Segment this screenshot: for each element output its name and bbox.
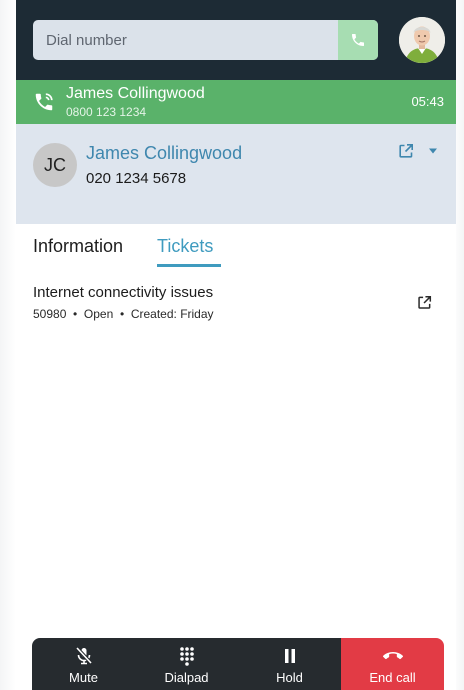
tab-information[interactable]: Information: [33, 236, 123, 257]
softphone-panel: James Collingwood 0800 123 1234 05:43 JC…: [16, 0, 456, 690]
phone-in-talk-icon: [35, 93, 53, 111]
contact-phone-number: 020 1234 5678: [86, 170, 187, 187]
open-external-icon[interactable]: [398, 143, 414, 159]
ticket-item[interactable]: Internet connectivity issues 50980 • Ope…: [16, 276, 456, 332]
dialpad-icon: [179, 647, 194, 666]
contact-card: JC James Collingwood 020 1234 5678: [16, 124, 456, 224]
ticket-status: Open: [83, 307, 114, 321]
mute-button[interactable]: Mute: [32, 638, 135, 690]
dial-number-input[interactable]: [33, 20, 338, 60]
chevron-down-icon[interactable]: [427, 144, 439, 158]
dialpad-button[interactable]: Dialpad: [135, 638, 238, 690]
header: [16, 0, 456, 80]
contact-avatar: JC: [33, 143, 77, 187]
active-call-name: James Collingwood: [66, 85, 205, 102]
dialpad-label: Dialpad: [164, 670, 209, 685]
meta-separator: •: [119, 307, 125, 321]
ticket-meta: 50980 • Open • Created: Friday: [33, 307, 214, 321]
meta-separator: •: [73, 307, 78, 321]
active-call-number: 0800 123 1234: [66, 105, 147, 119]
active-call-bar[interactable]: James Collingwood 0800 123 1234 05:43: [16, 80, 456, 124]
hang-up-icon: [382, 652, 403, 660]
call-duration: 05:43: [411, 94, 444, 109]
tab-tickets[interactable]: Tickets: [157, 236, 213, 257]
tab-bar: Information Tickets: [16, 224, 456, 270]
contact-name-link[interactable]: James Collingwood: [86, 143, 242, 164]
dial-call-button[interactable]: [338, 20, 378, 60]
user-avatar[interactable]: [399, 17, 445, 63]
open-external-icon[interactable]: [417, 295, 432, 310]
end-call-label: End call: [369, 670, 416, 685]
end-call-button[interactable]: End call: [341, 638, 444, 690]
ticket-created: Created: Friday: [130, 307, 214, 321]
active-tab-indicator: [157, 264, 221, 267]
ticket-id: 50980: [33, 307, 67, 321]
pause-icon: [284, 649, 295, 663]
dial-box: [33, 20, 378, 60]
hold-button[interactable]: Hold: [238, 638, 341, 690]
call-action-bar: Mute Dialpad Hold End call: [32, 638, 444, 690]
mute-label: Mute: [69, 670, 98, 685]
mic-off-icon: [75, 646, 92, 665]
hold-label: Hold: [276, 670, 303, 685]
ticket-title: Internet connectivity issues: [33, 284, 214, 301]
user-photo-icon: [399, 17, 445, 63]
left-shadow: [0, 0, 16, 690]
phone-icon: [352, 34, 364, 46]
